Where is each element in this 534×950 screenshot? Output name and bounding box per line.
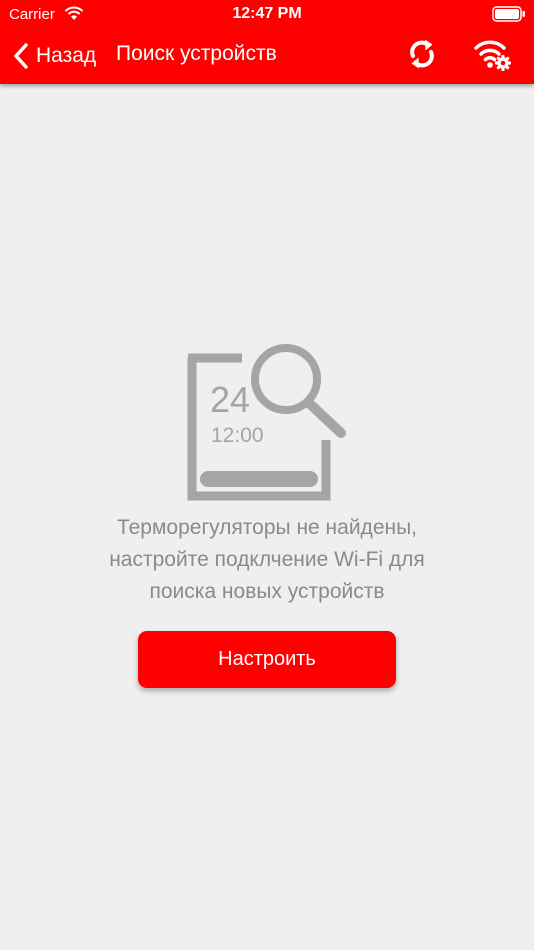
setup-button[interactable]: Настроить: [138, 631, 396, 688]
display-time: 12:00: [211, 424, 264, 447]
battery-icon: [492, 6, 525, 22]
chevron-left-icon: [14, 43, 28, 69]
empty-state-line-1: Терморегуляторы не найдены,: [116, 516, 418, 539]
status-bar: Carrier 12:47 PM: [0, 0, 534, 28]
back-button-label: Назад: [36, 44, 97, 67]
empty-state-line-3: поиска новых устройств: [149, 580, 385, 603]
navigation-bar: Назад Поиск устройств: [0, 28, 534, 84]
wifi-settings-icon[interactable]: [472, 36, 512, 72]
display-temperature: 24: [210, 379, 250, 420]
back-button[interactable]: Назад: [12, 38, 96, 74]
empty-state-line-2: настройте подклчение Wi-Fi для: [109, 548, 425, 571]
thermostat-search-icon: 24 12:00: [187, 344, 346, 501]
status-time: 12:47 PM: [232, 5, 302, 22]
page-title: Поиск устройств: [116, 42, 277, 65]
refresh-icon[interactable]: [404, 36, 440, 72]
empty-state-message: Терморегуляторы не найдены, настройте по…: [20, 512, 514, 608]
